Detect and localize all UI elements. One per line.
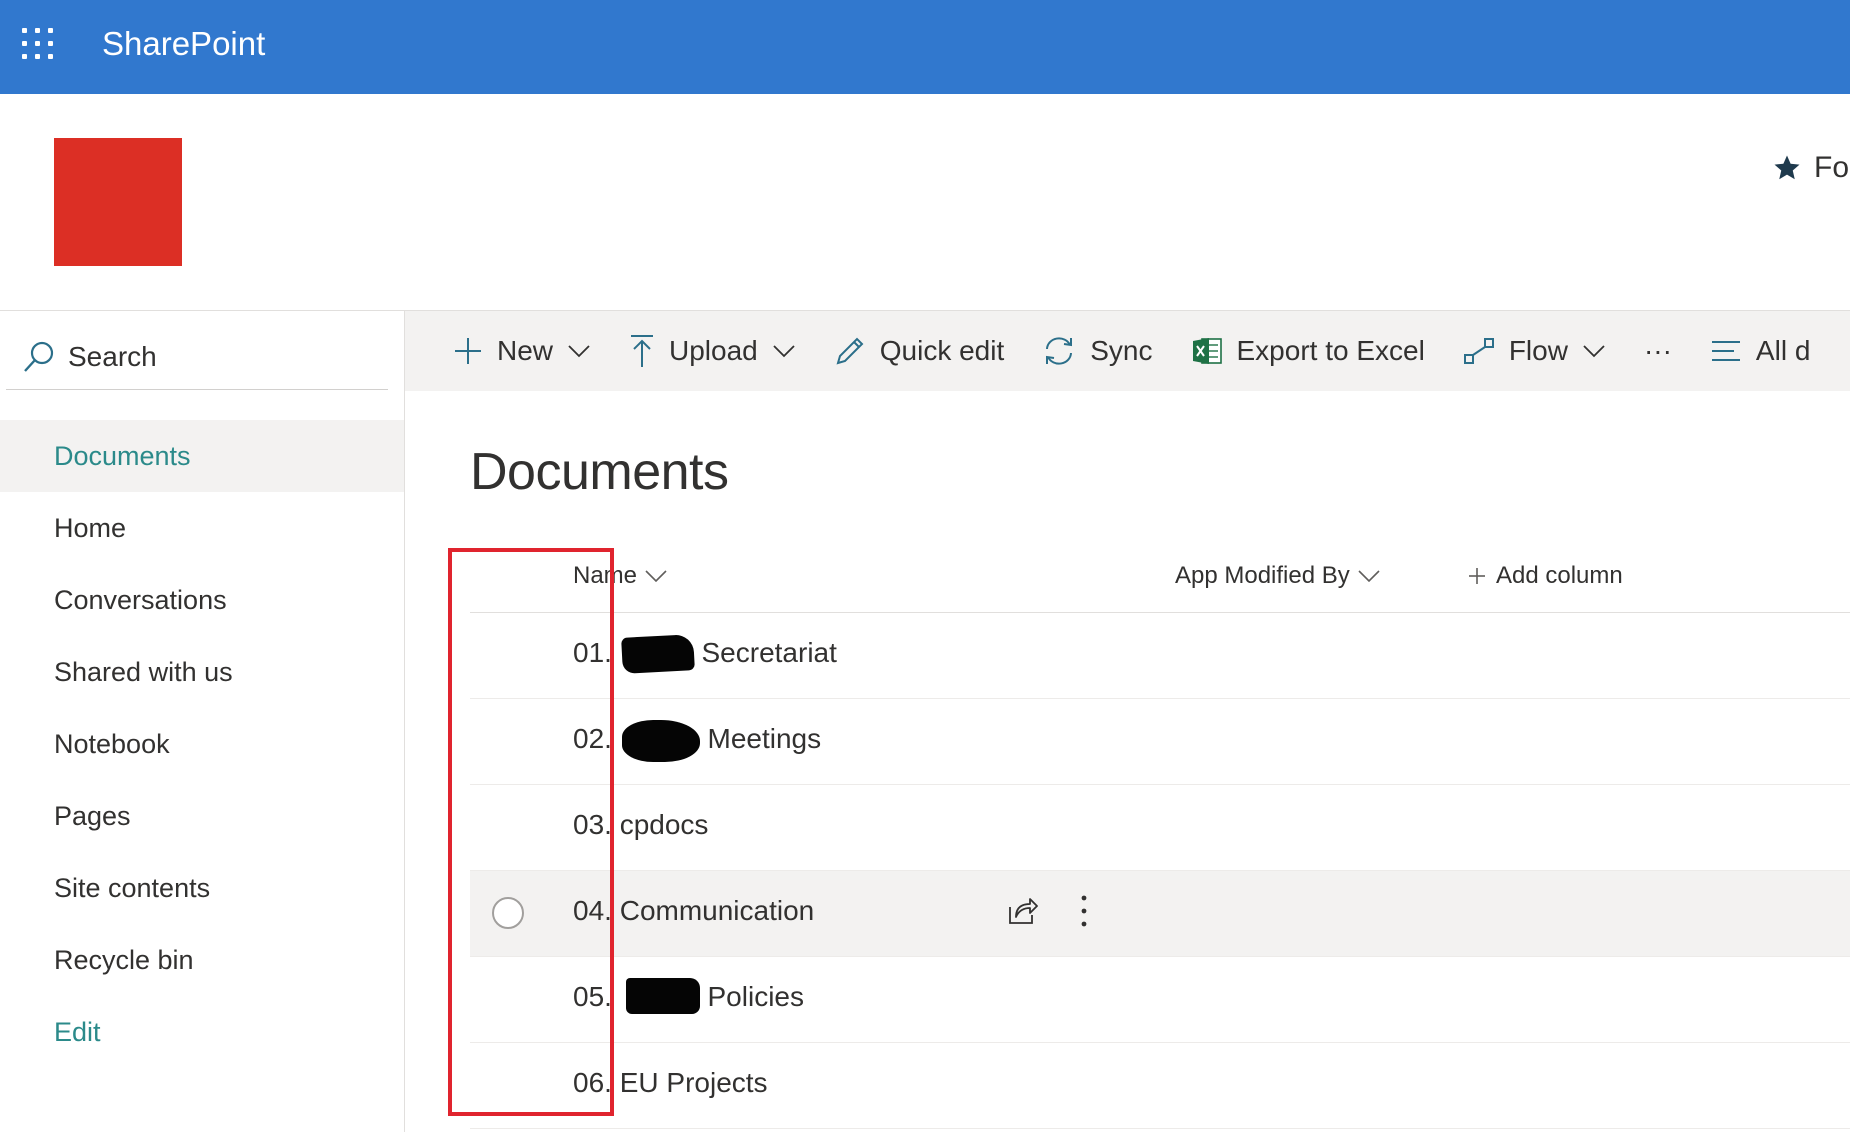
redaction-mark (621, 634, 695, 674)
search-icon (24, 341, 54, 372)
pencil-icon (834, 335, 866, 367)
add-column-button[interactable]: Add column (1468, 562, 1623, 590)
export-to-excel-button[interactable]: Export to Excel (1191, 311, 1425, 391)
nav-item-documents[interactable]: Documents (0, 420, 404, 492)
chevron-down-icon (645, 570, 667, 582)
table-row[interactable]: 06. EU Projects (470, 1043, 1850, 1129)
table-row[interactable]: 04. Communication (470, 871, 1850, 957)
nav-item-pages[interactable]: Pages (0, 780, 404, 852)
chevron-down-icon (1358, 570, 1380, 582)
upload-icon (629, 334, 655, 368)
star-icon (1774, 155, 1800, 180)
flow-button[interactable]: Flow (1463, 311, 1606, 391)
share-icon[interactable] (1006, 895, 1038, 930)
follow-button[interactable]: Fo (1772, 148, 1849, 188)
redaction-mark (626, 978, 700, 1014)
nav-item-home[interactable]: Home (0, 492, 404, 564)
nav-item-recycle-bin[interactable]: Recycle bin (0, 924, 404, 996)
new-button[interactable]: New (453, 311, 591, 391)
nav-item-notebook[interactable]: Notebook (0, 708, 404, 780)
waffle-icon[interactable] (22, 28, 54, 60)
chevron-down-icon (567, 344, 591, 358)
sync-button[interactable]: Sync (1042, 311, 1153, 391)
excel-icon (1191, 335, 1223, 367)
nav-item-site-contents[interactable]: Site contents (0, 852, 404, 924)
chevron-down-icon (772, 344, 796, 358)
table-row[interactable]: 03. cpdocs (470, 785, 1850, 871)
highlight-annotation (448, 548, 614, 1116)
more-commands-button[interactable]: ··· (1644, 311, 1672, 391)
chevron-down-icon (1582, 344, 1606, 358)
nav-edit-link[interactable]: Edit (0, 996, 404, 1068)
search-label: Search (68, 341, 157, 372)
left-nav: Search Documents Home Conversations Shar… (0, 311, 405, 1132)
quick-edit-button[interactable]: Quick edit (834, 311, 1004, 391)
upload-button[interactable]: Upload (629, 311, 796, 391)
follow-label: Fo (1814, 151, 1850, 184)
app-name[interactable]: SharePoint (102, 24, 265, 64)
more-vertical-icon[interactable] (1078, 893, 1090, 934)
view-switcher[interactable]: All d (1710, 311, 1810, 391)
search-box[interactable]: Search (6, 325, 388, 390)
command-bar: New Upload Quick edit Sync Export to Exc… (405, 311, 1850, 391)
flow-icon (1463, 337, 1495, 365)
redaction-mark (622, 720, 700, 762)
nav-item-conversations[interactable]: Conversations (0, 564, 404, 636)
sync-icon (1042, 336, 1076, 366)
column-header-modified-by[interactable]: App Modified By (1175, 562, 1380, 590)
site-logo[interactable] (54, 138, 182, 266)
suite-bar: SharePoint (0, 0, 1850, 94)
view-list-icon (1710, 340, 1742, 362)
library-title: Documents (470, 443, 729, 501)
plus-icon (453, 336, 483, 366)
column-header-row: Name App Modified By Add column (470, 548, 1850, 613)
nav-item-shared-with-us[interactable]: Shared with us (0, 636, 404, 708)
plus-icon (1469, 568, 1485, 584)
